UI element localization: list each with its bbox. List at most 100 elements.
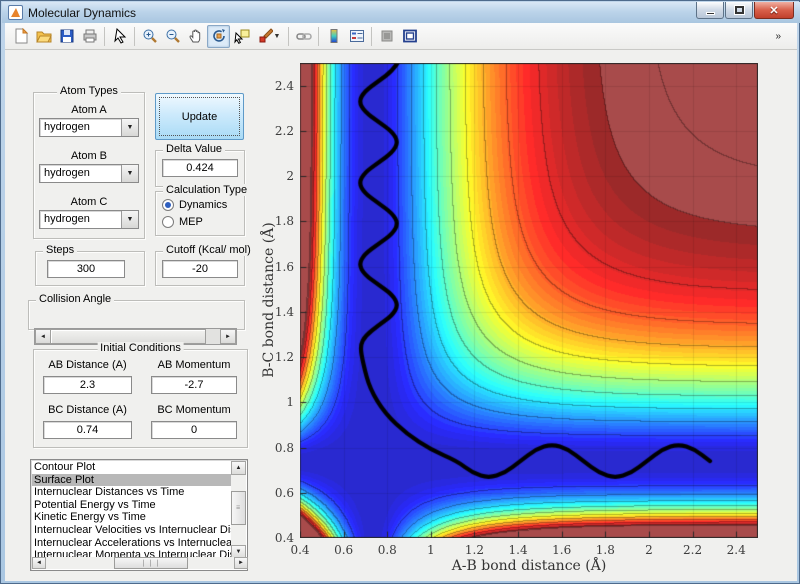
minimize-button[interactable]: [696, 2, 724, 19]
open-file-button[interactable]: [32, 25, 55, 48]
y-axis-label: B-C bond distance (Å): [261, 200, 277, 400]
steps-title: Steps: [43, 244, 77, 256]
toolbar-separator: [288, 27, 289, 46]
atom-b-combo[interactable]: hydrogen ▼: [39, 164, 139, 183]
x-tick-label: 0.8: [372, 543, 402, 557]
bc-distance-field[interactable]: 0.74: [43, 421, 132, 439]
rotate-3d-icon: [211, 28, 227, 44]
atom-a-combo[interactable]: hydrogen ▼: [39, 118, 139, 137]
toolbar-separator: [318, 27, 319, 46]
horizontal-scroll-thumb[interactable]: ❘❘❘: [114, 557, 188, 569]
atom-b-label: Atom B: [33, 150, 145, 162]
insert-legend-button[interactable]: [345, 25, 368, 48]
dropdown-arrow-icon[interactable]: ▼: [121, 119, 138, 136]
data-cursor-button[interactable]: [230, 25, 253, 48]
listbox-vertical-scrollbar[interactable]: ▲ ≡ ▼: [231, 461, 246, 559]
brush-dropdown-caret[interactable]: ▼: [273, 33, 282, 40]
list-item[interactable]: Potential Energy vs Time: [32, 499, 233, 512]
bc-momentum-label: BC Momentum: [151, 404, 237, 416]
brush-icon: [257, 28, 273, 44]
print-figure-button[interactable]: [78, 25, 101, 48]
dynamics-radio-row[interactable]: Dynamics: [162, 199, 227, 211]
delta-value-title: Delta Value: [163, 143, 225, 155]
rotate-3d-button[interactable]: [207, 25, 230, 48]
x-tick-label: 2.4: [721, 543, 751, 557]
list-item[interactable]: Internuclear Distances vs Time: [32, 486, 233, 499]
update-button[interactable]: Update: [155, 93, 244, 140]
new-document-icon: [13, 28, 29, 44]
listbox-horizontal-scrollbar[interactable]: ◄ ❘❘❘ ►: [32, 557, 248, 569]
y-tick-label: 2: [262, 169, 294, 183]
x-tick-label: 1.8: [590, 543, 620, 557]
slider-right-arrow[interactable]: ►: [220, 329, 236, 344]
new-figure-button[interactable]: [9, 25, 32, 48]
minimize-icon: [706, 12, 715, 15]
plot-type-list-rows: Contour PlotSurface PlotInternuclear Dis…: [32, 461, 233, 559]
brush-data-button[interactable]: ▼: [253, 25, 285, 48]
scroll-right-icon[interactable]: ►: [234, 557, 248, 569]
dropdown-arrow-icon[interactable]: ▼: [121, 165, 138, 182]
list-item[interactable]: Surface Plot: [32, 474, 233, 487]
slider-left-arrow[interactable]: ◄: [35, 329, 51, 344]
zoom-in-icon: [142, 28, 158, 44]
x-tick-label: 1: [416, 543, 446, 557]
mep-radio-row[interactable]: MEP: [162, 216, 203, 228]
pan-button[interactable]: [184, 25, 207, 48]
save-figure-button[interactable]: [55, 25, 78, 48]
hide-plot-tools-icon: [379, 28, 395, 44]
y-tick-label: 0.8: [262, 441, 294, 455]
zoom-out-button[interactable]: [161, 25, 184, 48]
vertical-scroll-thumb[interactable]: ≡: [231, 491, 246, 525]
toolbar-separator: [371, 27, 372, 46]
ab-momentum-field[interactable]: -2.7: [151, 376, 237, 394]
scroll-left-icon[interactable]: ◄: [32, 557, 46, 569]
plot-type-listbox[interactable]: Contour PlotSurface PlotInternuclear Dis…: [30, 459, 248, 571]
list-item[interactable]: Internuclear Velocities vs Internuclear …: [32, 524, 233, 537]
maximize-icon: [735, 6, 744, 14]
show-plot-tools-dock-button[interactable]: [398, 25, 421, 48]
chain-link-icon: [296, 28, 312, 44]
x-tick-label: 1.2: [459, 543, 489, 557]
calculation-type-group: Calculation Type: [155, 191, 245, 236]
list-item[interactable]: Internuclear Accelerations vs Internucle…: [32, 537, 233, 550]
dynamics-radio[interactable]: [162, 199, 174, 211]
window-title: Molecular Dynamics: [28, 6, 136, 20]
mep-radio[interactable]: [162, 216, 174, 228]
close-icon: ✕: [769, 4, 778, 17]
collision-angle-title: Collision Angle: [36, 293, 114, 305]
scroll-up-icon[interactable]: ▲: [231, 461, 246, 475]
title-bar[interactable]: Molecular Dynamics ✕: [2, 2, 800, 23]
list-item[interactable]: Kinetic Energy vs Time: [32, 511, 233, 524]
potential-energy-surface-plot[interactable]: [300, 63, 758, 538]
x-tick-label: 2: [634, 543, 664, 557]
hide-plot-tools-button[interactable]: [375, 25, 398, 48]
list-item[interactable]: Contour Plot: [32, 461, 233, 474]
ab-distance-label: AB Distance (A): [43, 359, 132, 371]
slider-track[interactable]: [206, 329, 220, 344]
cutoff-title: Cutoff (Kcal/ mol): [163, 244, 254, 256]
toolbar-separator: [104, 27, 105, 46]
collision-angle-group: Collision Angle: [28, 300, 245, 330]
bc-momentum-field[interactable]: 0: [151, 421, 237, 439]
delta-value-field[interactable]: 0.424: [162, 159, 238, 177]
x-tick-label: 2.2: [678, 543, 708, 557]
insert-colorbar-button[interactable]: [322, 25, 345, 48]
atom-c-label: Atom C: [33, 196, 145, 208]
ab-distance-field[interactable]: 2.3: [43, 376, 132, 394]
atom-types-title: Atom Types: [57, 85, 121, 97]
steps-field[interactable]: 300: [47, 260, 125, 278]
atom-c-combo[interactable]: hydrogen ▼: [39, 210, 139, 229]
toolbar-overflow-icon[interactable]: »: [775, 31, 781, 42]
zoom-in-button[interactable]: [138, 25, 161, 48]
link-plot-button[interactable]: [292, 25, 315, 48]
dynamics-radio-label: Dynamics: [179, 199, 227, 211]
dropdown-arrow-icon[interactable]: ▼: [121, 211, 138, 228]
open-folder-icon: [36, 28, 52, 44]
maximize-button[interactable]: [725, 2, 753, 19]
edit-plot-button[interactable]: [108, 25, 131, 48]
cutoff-field[interactable]: -20: [162, 260, 238, 278]
close-button[interactable]: ✕: [754, 2, 794, 19]
y-tick-label: 2.4: [262, 79, 294, 93]
ab-momentum-label: AB Momentum: [151, 359, 237, 371]
toolbar-separator: [134, 27, 135, 46]
